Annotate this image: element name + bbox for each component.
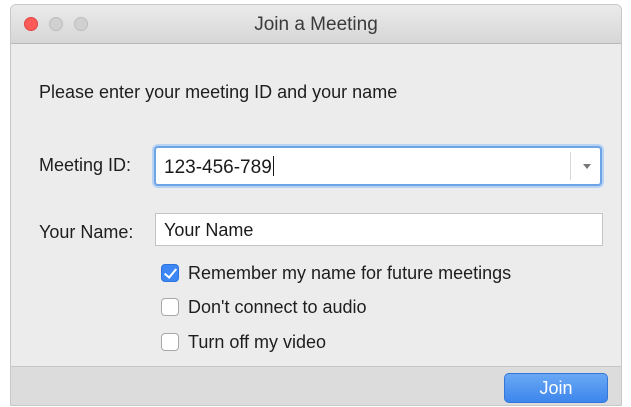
title-bar[interactable]: Join a Meeting xyxy=(11,5,621,44)
join-meeting-window: Join a Meeting Please enter your meeting… xyxy=(10,4,622,406)
your-name-value: Your Name xyxy=(164,220,254,240)
dialog-footer: Join xyxy=(11,366,621,405)
text-cursor xyxy=(272,156,274,176)
your-name-label: Your Name: xyxy=(39,222,134,242)
video-off-label[interactable]: Turn off my video xyxy=(188,332,326,353)
meeting-id-input[interactable]: 123-456-789 xyxy=(164,156,274,179)
window-title: Join a Meeting xyxy=(254,14,378,35)
meeting-id-value: 123-456-789 xyxy=(164,157,272,178)
chevron-down-icon[interactable] xyxy=(583,164,591,169)
remember-name-label[interactable]: Remember my name for future meetings xyxy=(188,263,511,284)
meeting-id-combobox[interactable]: 123-456-789 xyxy=(154,146,602,186)
join-button[interactable]: Join xyxy=(504,373,608,403)
combo-divider xyxy=(570,152,571,180)
instruction-text: Please enter your meeting ID and your na… xyxy=(39,82,398,102)
your-name-input[interactable]: Your Name xyxy=(155,213,603,246)
video-off-checkbox[interactable] xyxy=(161,333,179,351)
meeting-id-label: Meeting ID: xyxy=(39,155,132,175)
remember-name-checkbox[interactable] xyxy=(161,264,179,282)
no-audio-label[interactable]: Don't connect to audio xyxy=(188,297,367,318)
no-audio-checkbox[interactable] xyxy=(161,298,179,316)
